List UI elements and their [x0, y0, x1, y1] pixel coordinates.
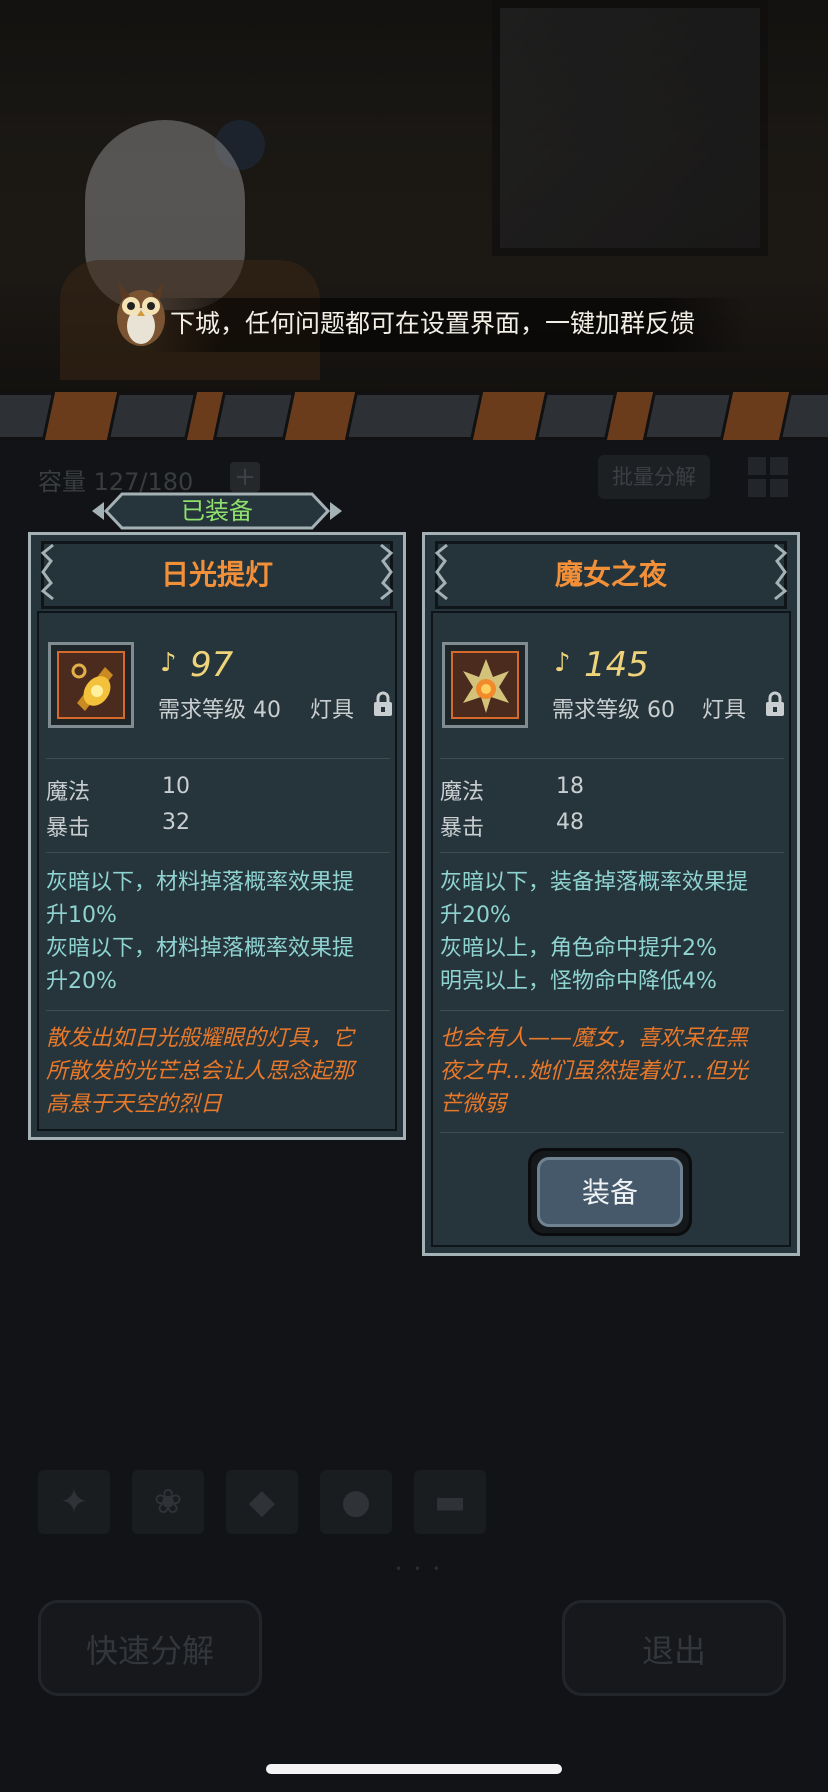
- effect-line: 升20%: [46, 969, 117, 994]
- stat-name: 魔法: [46, 780, 91, 805]
- lore-line: 散发出如日光般耀眼的灯具，它: [46, 1026, 355, 1051]
- card-title-frame: 魔女之夜: [435, 541, 787, 609]
- item-category: 灯具: [702, 698, 747, 723]
- divider: [46, 852, 390, 853]
- divider: [46, 758, 390, 759]
- power-icon: ♪: [160, 648, 177, 678]
- stat-value: 18: [556, 774, 584, 799]
- grid-view-icon[interactable]: [748, 457, 788, 497]
- card-title-frame: 日光提灯: [41, 541, 393, 609]
- frame-ornament-icon: [380, 543, 394, 601]
- item-requirement: 需求等级 40: [158, 698, 281, 723]
- item-power: 97: [190, 645, 234, 685]
- effect-line: 灰暗以下，材料掉落概率效果提: [46, 870, 355, 895]
- equip-button[interactable]: 装备: [528, 1148, 692, 1236]
- item-requirement: 需求等级 60: [552, 698, 675, 723]
- lock-icon[interactable]: [372, 690, 394, 718]
- divider: [440, 1132, 784, 1133]
- effect-line: 升10%: [46, 903, 117, 928]
- item-icon-frame: [48, 642, 134, 728]
- announcement-text: 下城，任何问题都可在设置界面，一键加群反馈: [170, 309, 696, 338]
- owl-mascot-icon: [117, 282, 165, 346]
- home-indicator[interactable]: [266, 1764, 562, 1774]
- effect-line: 灰暗以下，材料掉落概率效果提: [46, 936, 355, 961]
- frame-ornament-icon: [434, 543, 448, 601]
- stat-name: 暴击: [46, 816, 91, 841]
- item-category: 灯具: [310, 698, 355, 723]
- item-power: 145: [584, 645, 649, 685]
- stat-name: 暴击: [440, 816, 485, 841]
- lore-line: 夜之中…她们虽然提着灯…但光: [440, 1059, 749, 1084]
- filter-paw-icon[interactable]: ❀: [132, 1470, 204, 1534]
- power-icon: ♪: [554, 648, 571, 678]
- filter-gem-icon[interactable]: ◆: [226, 1470, 298, 1534]
- equip-button-label[interactable]: 装备: [537, 1157, 683, 1227]
- lore-line: 芒微弱: [440, 1092, 507, 1117]
- filter-chest-icon[interactable]: ▬: [414, 1470, 486, 1534]
- item-icon-frame: [442, 642, 528, 728]
- effect-line: 升20%: [440, 903, 511, 928]
- divider: [440, 852, 784, 853]
- filter-ore-icon[interactable]: ●: [320, 1470, 392, 1534]
- item-name: 魔女之夜: [554, 558, 667, 591]
- stat-value: 48: [556, 810, 584, 835]
- sun-lantern-icon: [71, 663, 113, 711]
- witch-lantern-icon: [463, 659, 509, 713]
- filter-squirrel-icon[interactable]: ✦: [38, 1470, 110, 1534]
- page-dots: • • •: [395, 1562, 444, 1576]
- frame-ornament-icon: [774, 543, 788, 601]
- item-name: 日光提灯: [160, 558, 273, 591]
- stat-value: 10: [162, 774, 190, 799]
- lore-line: 高悬于天空的烈日: [46, 1092, 223, 1117]
- frame-ornament-icon: [40, 543, 54, 601]
- stat-value: 32: [162, 810, 190, 835]
- effect-line: 灰暗以上，角色命中提升2%: [440, 936, 717, 961]
- divider: [440, 758, 784, 759]
- stat-name: 魔法: [440, 780, 485, 805]
- batch-decompose-button[interactable]: 批量分解: [598, 455, 710, 499]
- wooden-shelf: [0, 392, 828, 440]
- effect-line: 灰暗以下，装备掉落概率效果提: [440, 870, 749, 895]
- divider: [46, 1010, 390, 1011]
- equipped-tag-label: 已装备: [181, 497, 253, 525]
- equipped-tag: 已装备: [92, 488, 342, 534]
- lore-line: 也会有人——魔女，喜欢呆在黑: [440, 1026, 749, 1051]
- lock-icon[interactable]: [764, 690, 786, 718]
- lore-line: 所散发的光芒总会让人思念起那: [46, 1059, 355, 1084]
- quick-decompose-button[interactable]: 快速分解: [38, 1600, 262, 1696]
- exit-button[interactable]: 退出: [562, 1600, 786, 1696]
- effect-line: 明亮以上，怪物命中降低4%: [440, 969, 717, 994]
- divider: [440, 1010, 784, 1011]
